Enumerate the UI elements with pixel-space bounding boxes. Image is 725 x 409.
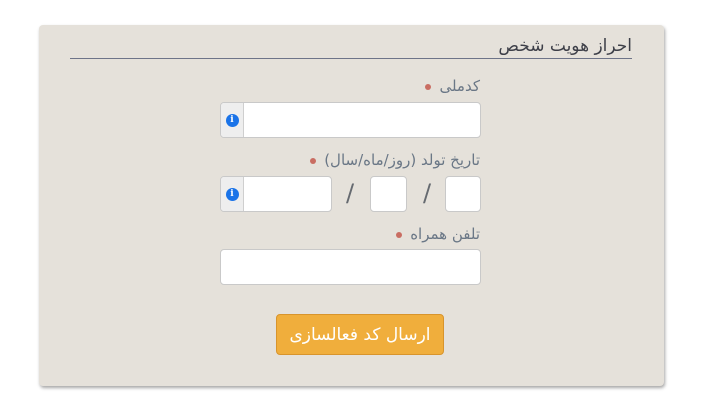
date-separator: / — [346, 179, 355, 207]
birth-date-label-row: تاریخ تولد (روز/ماه/سال) — [310, 151, 480, 169]
birth-month-input[interactable] — [371, 177, 406, 211]
national-code-field: i — [220, 102, 481, 138]
required-indicator — [396, 231, 403, 238]
required-indicator — [425, 83, 432, 90]
mobile-field — [220, 249, 481, 285]
birth-date-label: تاریخ تولد (روز/ماه/سال) — [324, 151, 480, 169]
birth-date-info-button[interactable]: i — [221, 177, 244, 211]
birth-year-field: i — [220, 176, 332, 212]
required-indicator — [310, 157, 317, 164]
birth-year-input[interactable] — [244, 177, 331, 211]
send-activation-code-button[interactable]: ارسال کد فعالسازی — [276, 314, 444, 355]
birth-month-field — [370, 176, 407, 212]
national-code-input[interactable] — [244, 103, 480, 137]
identity-verification-panel: احراز هویت شخص کدملی i تاریخ تولد (روز/م… — [39, 25, 664, 386]
national-code-label: کدملی — [439, 77, 480, 95]
birth-day-input[interactable] — [446, 177, 480, 211]
info-icon: i — [225, 113, 239, 127]
national-code-label-row: کدملی — [425, 77, 480, 95]
mobile-label: تلفن همراه — [410, 225, 480, 243]
info-icon: i — [225, 187, 239, 201]
mobile-input[interactable] — [221, 250, 480, 284]
birth-day-field — [445, 176, 481, 212]
mobile-label-row: تلفن همراه — [396, 225, 480, 243]
date-separator: / — [423, 179, 432, 207]
panel-title: احراز هویت شخص — [498, 36, 632, 56]
title-divider — [70, 58, 632, 59]
national-code-info-button[interactable]: i — [221, 103, 244, 137]
